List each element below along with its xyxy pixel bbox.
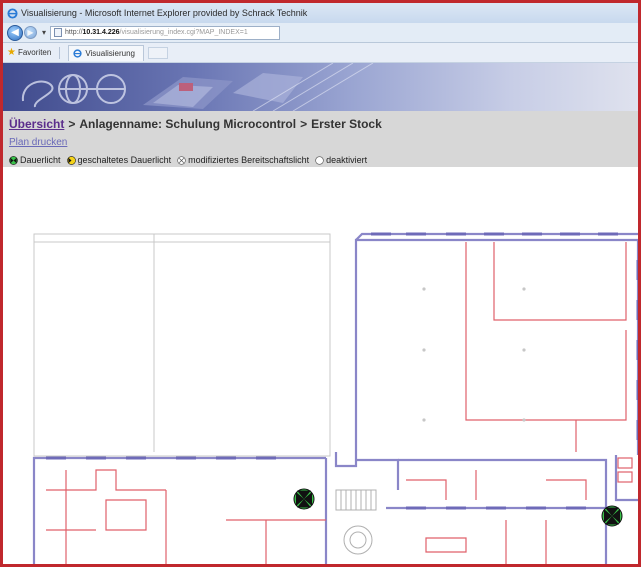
legend-label: geschaltetes Dauerlicht (77, 155, 172, 165)
floor-plan-marker-permanent-light-icon[interactable] (601, 505, 623, 527)
address-input[interactable]: http:// 10.31.4.226 /visualisierung_inde… (50, 25, 281, 40)
print-plan-link[interactable]: Plan drucken (9, 135, 67, 151)
permanent-light-icon (9, 155, 18, 165)
stairs (335, 489, 377, 555)
tab-visualisierung[interactable]: Visualisierung (68, 44, 144, 61)
right-wing-partitions (465, 242, 627, 452)
tab-ie-icon (73, 48, 82, 58)
history-dropdown-icon[interactable]: ▾ (42, 28, 46, 37)
breadcrumb-plant: Anlagenname: Schulung Microcontrol (79, 116, 297, 131)
left-wing-outline (33, 233, 331, 457)
favorites-star-icon[interactable]: ★ (7, 47, 16, 58)
address-toolbar: ◀ ▶ ▾ http:// 10.31.4.226 /visualisierun… (3, 23, 638, 43)
breadcrumb: Übersicht > Anlagenname: Schulung Microc… (9, 115, 638, 132)
navigation-area: Übersicht > Anlagenname: Schulung Microc… (3, 111, 638, 167)
page-icon (54, 28, 63, 37)
legend-label: Dauerlicht (20, 155, 61, 165)
legend: Dauerlicht geschaltetes Dauerlicht modif… (9, 152, 638, 168)
right-wing-walls (354, 232, 638, 455)
new-tab-button[interactable] (148, 46, 168, 59)
url-host: 10.31.4.226 (82, 29, 120, 36)
lower-floor-partitions (46, 457, 633, 564)
legend-item-switched: geschaltetes Dauerlicht (66, 155, 172, 165)
legend-item-modified-standby: modifiziertes Bereitschaftslicht (177, 155, 309, 165)
banner-graphic (21, 63, 374, 111)
ceiling-points (422, 287, 526, 422)
url-path: /visualisierung_index.cgi?MAP_INDEX=1 (119, 29, 248, 36)
legend-label: deaktiviert (326, 155, 368, 165)
breadcrumb-separator: > (300, 116, 308, 131)
breadcrumb-floor: Erster Stock (311, 116, 382, 131)
favorites-separator (59, 46, 61, 59)
floor-plan-drawing (32, 232, 638, 564)
ie-logo-icon (7, 7, 18, 19)
tab-label: Visualisierung (85, 48, 135, 58)
favorites-bar: ★ Favoriten Visualisierung (3, 43, 638, 63)
floor-plan (6, 190, 638, 564)
legend-item-permanent: Dauerlicht (9, 155, 61, 165)
window-segments (371, 232, 638, 440)
floor-plan-marker-permanent-light-icon[interactable] (293, 488, 315, 510)
deactivated-icon (315, 155, 324, 165)
switched-permanent-light-icon (66, 155, 76, 165)
url-prefix: http:// (65, 29, 83, 36)
forward-button[interactable]: ▶ (24, 26, 37, 39)
window-titlebar: Visualisierung - Microsoft Internet Expl… (3, 3, 638, 23)
header-banner (3, 63, 638, 111)
back-arrow-icon: ◀ (11, 27, 19, 38)
legend-item-deactivated: deaktiviert (315, 155, 367, 165)
breadcrumb-overview-link[interactable]: Übersicht (9, 117, 64, 131)
back-button[interactable]: ◀ (7, 24, 23, 41)
legend-label: modifiziertes Bereitschaftslicht (188, 155, 310, 165)
breadcrumb-separator: > (68, 116, 76, 131)
modified-standby-light-icon (177, 155, 186, 165)
forward-arrow-icon: ▶ (27, 28, 34, 37)
browser-window: Visualisierung - Microsoft Internet Expl… (0, 0, 641, 567)
window-title: Visualisierung - Microsoft Internet Expl… (21, 8, 308, 18)
favorites-button[interactable]: Favoriten (18, 48, 51, 57)
